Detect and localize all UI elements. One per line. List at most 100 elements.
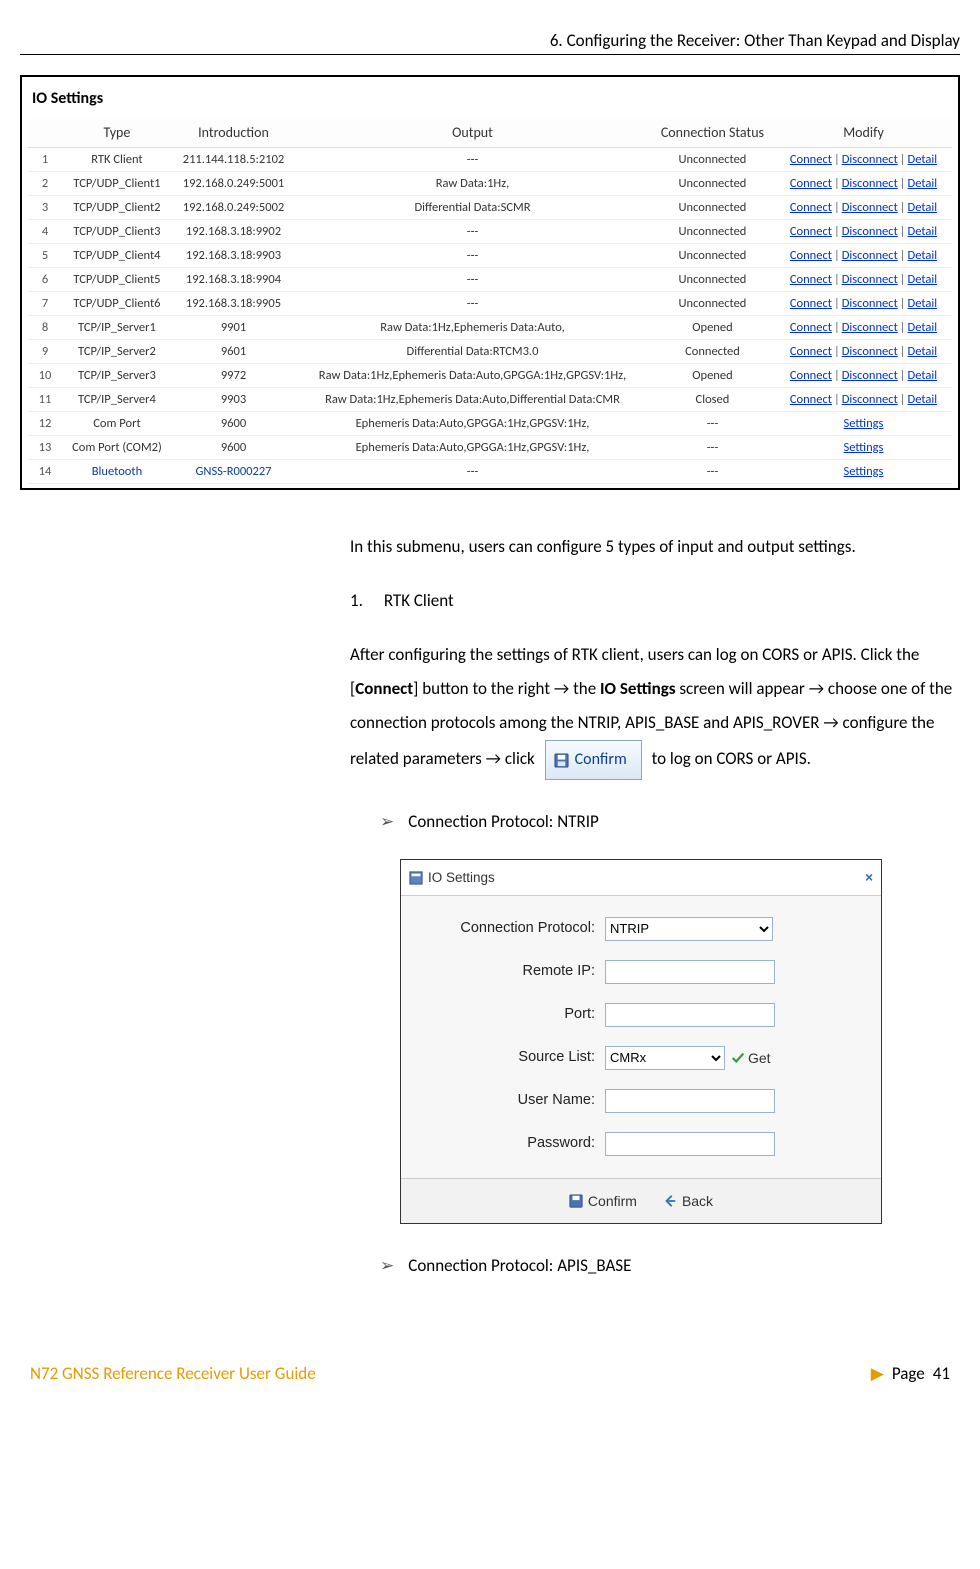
connect-link[interactable]: Connect [790,248,832,263]
connect-link[interactable]: Connect [790,176,832,191]
dialog-title: IO Settings [428,864,495,891]
detail-link[interactable]: Detail [908,296,938,311]
table-cell: Unconnected [650,172,775,196]
connect-link[interactable]: Connect [790,224,832,239]
triangle-icon: ▶ [871,1363,884,1384]
disconnect-link[interactable]: Disconnect [842,296,898,311]
connect-link[interactable]: Connect [790,368,832,383]
detail-link[interactable]: Detail [908,320,938,335]
detail-link[interactable]: Detail [908,248,938,263]
connect-link[interactable]: Connect [790,344,832,359]
table-cell: TCP/UDP_Client6 [62,292,172,316]
password-label: Password: [415,1129,605,1158]
table-cell: 13 [28,436,62,460]
detail-link[interactable]: Detail [908,368,938,383]
detail-link[interactable]: Detail [908,224,938,239]
connect-link[interactable]: Connect [790,320,832,335]
modify-cell: Settings [775,436,952,460]
disconnect-link[interactable]: Disconnect [842,152,898,167]
column-header: Introduction [172,118,295,148]
table-cell: Differential Data:SCMR [295,196,650,220]
disconnect-link[interactable]: Disconnect [842,392,898,407]
connect-link[interactable]: Connect [790,152,832,167]
settings-link[interactable]: Settings [844,464,884,479]
table-cell: 12 [28,412,62,436]
disconnect-link[interactable]: Disconnect [842,272,898,287]
password-input[interactable] [605,1132,775,1156]
disconnect-link[interactable]: Disconnect [842,176,898,191]
source-select[interactable]: CMRx [605,1046,725,1070]
connect-bold: Connect [355,678,413,699]
confirm-label: Confirm [588,1187,637,1215]
table-cell: Unconnected [650,244,775,268]
table-cell: Ephemeris Data:Auto,GPGGA:1Hz,GPGSV:1Hz, [295,436,650,460]
disconnect-link[interactable]: Disconnect [842,320,898,335]
detail-link[interactable]: Detail [908,176,938,191]
confirm-button[interactable]: Confirm [545,740,642,780]
table-cell: TCP/UDP_Client4 [62,244,172,268]
connect-link[interactable]: Connect [790,200,832,215]
detail-link[interactable]: Detail [908,392,938,407]
bullet-text: Connection Protocol: NTRIP [408,811,599,832]
disconnect-link[interactable]: Disconnect [842,200,898,215]
column-header: Connection Status [650,118,775,148]
table-cell: 9 [28,340,62,364]
connect-link[interactable]: Connect [790,296,832,311]
dialog-confirm-button[interactable]: Confirm [569,1187,637,1215]
intro-paragraph: In this submenu, users can configure 5 t… [350,530,960,564]
table-cell: TCP/UDP_Client5 [62,268,172,292]
disconnect-link[interactable]: Disconnect [842,344,898,359]
connect-link[interactable]: Connect [790,392,832,407]
table-cell: 6 [28,268,62,292]
table-cell: 192.168.0.249:5002 [172,196,295,220]
table-cell: --- [295,268,650,292]
connect-link[interactable]: Connect [790,272,832,287]
table-cell: Differential Data:RTCM3.0 [295,340,650,364]
disconnect-link[interactable]: Disconnect [842,368,898,383]
detail-link[interactable]: Detail [908,344,938,359]
table-row: 10TCP/IP_Server39972Raw Data:1Hz,Ephemer… [28,364,952,388]
table-row: 11TCP/IP_Server49903Raw Data:1Hz,Ephemer… [28,388,952,412]
column-header: Output [295,118,650,148]
table-cell: Com Port [62,412,172,436]
list-item-rtk-client: 1. RTK Client [350,584,960,618]
table-cell: RTK Client [62,148,172,172]
bullet-text: Connection Protocol: APIS_BASE [408,1255,631,1276]
table-row: 5TCP/UDP_Client4192.168.3.18:9903---Unco… [28,244,952,268]
table-cell: --- [295,244,650,268]
settings-link[interactable]: Settings [844,440,884,455]
table-cell: --- [295,460,650,484]
table-row: 8TCP/IP_Server19901Raw Data:1Hz,Ephemeri… [28,316,952,340]
detail-link[interactable]: Detail [908,200,938,215]
detail-link[interactable]: Detail [908,152,938,167]
remote-ip-input[interactable] [605,960,775,984]
modify-cell: Connect|Disconnect|Detail [775,172,952,196]
table-row: 14BluetoothGNSS-R000227------Settings [28,460,952,484]
get-button[interactable]: Get [731,1044,771,1072]
port-input[interactable] [605,1003,775,1027]
table-cell: Raw Data:1Hz,Ephemeris Data:Auto,Differe… [295,388,650,412]
detail-link[interactable]: Detail [908,272,938,287]
table-cell: Opened [650,364,775,388]
disconnect-link[interactable]: Disconnect [842,224,898,239]
close-icon[interactable]: × [865,864,873,891]
disconnect-link[interactable]: Disconnect [842,248,898,263]
settings-link[interactable]: Settings [844,416,884,431]
table-cell: Ephemeris Data:Auto,GPGGA:1Hz,GPGSV:1Hz, [295,412,650,436]
dialog-icon [409,871,423,885]
modify-cell: Connect|Disconnect|Detail [775,148,952,172]
chevron-right-icon: ➢ [380,811,394,832]
bullet-ntrip: ➢ Connection Protocol: NTRIP [380,805,960,839]
column-header: Modify [775,118,952,148]
username-input[interactable] [605,1089,775,1113]
dialog-back-button[interactable]: Back [663,1187,713,1215]
bullet-apis-base: ➢Connection Protocol: APIS_BASE [380,1249,960,1283]
table-cell: --- [650,436,775,460]
table-cell: Connected [650,340,775,364]
table-row: 3TCP/UDP_Client2192.168.0.249:5002Differ… [28,196,952,220]
modify-cell: Connect|Disconnect|Detail [775,364,952,388]
table-cell: Opened [650,316,775,340]
io-bold: IO Settings [600,678,676,699]
protocol-select[interactable]: NTRIP [605,917,773,941]
io-settings-dialog: IO Settings × Connection Protocol: NTRIP… [400,859,882,1224]
